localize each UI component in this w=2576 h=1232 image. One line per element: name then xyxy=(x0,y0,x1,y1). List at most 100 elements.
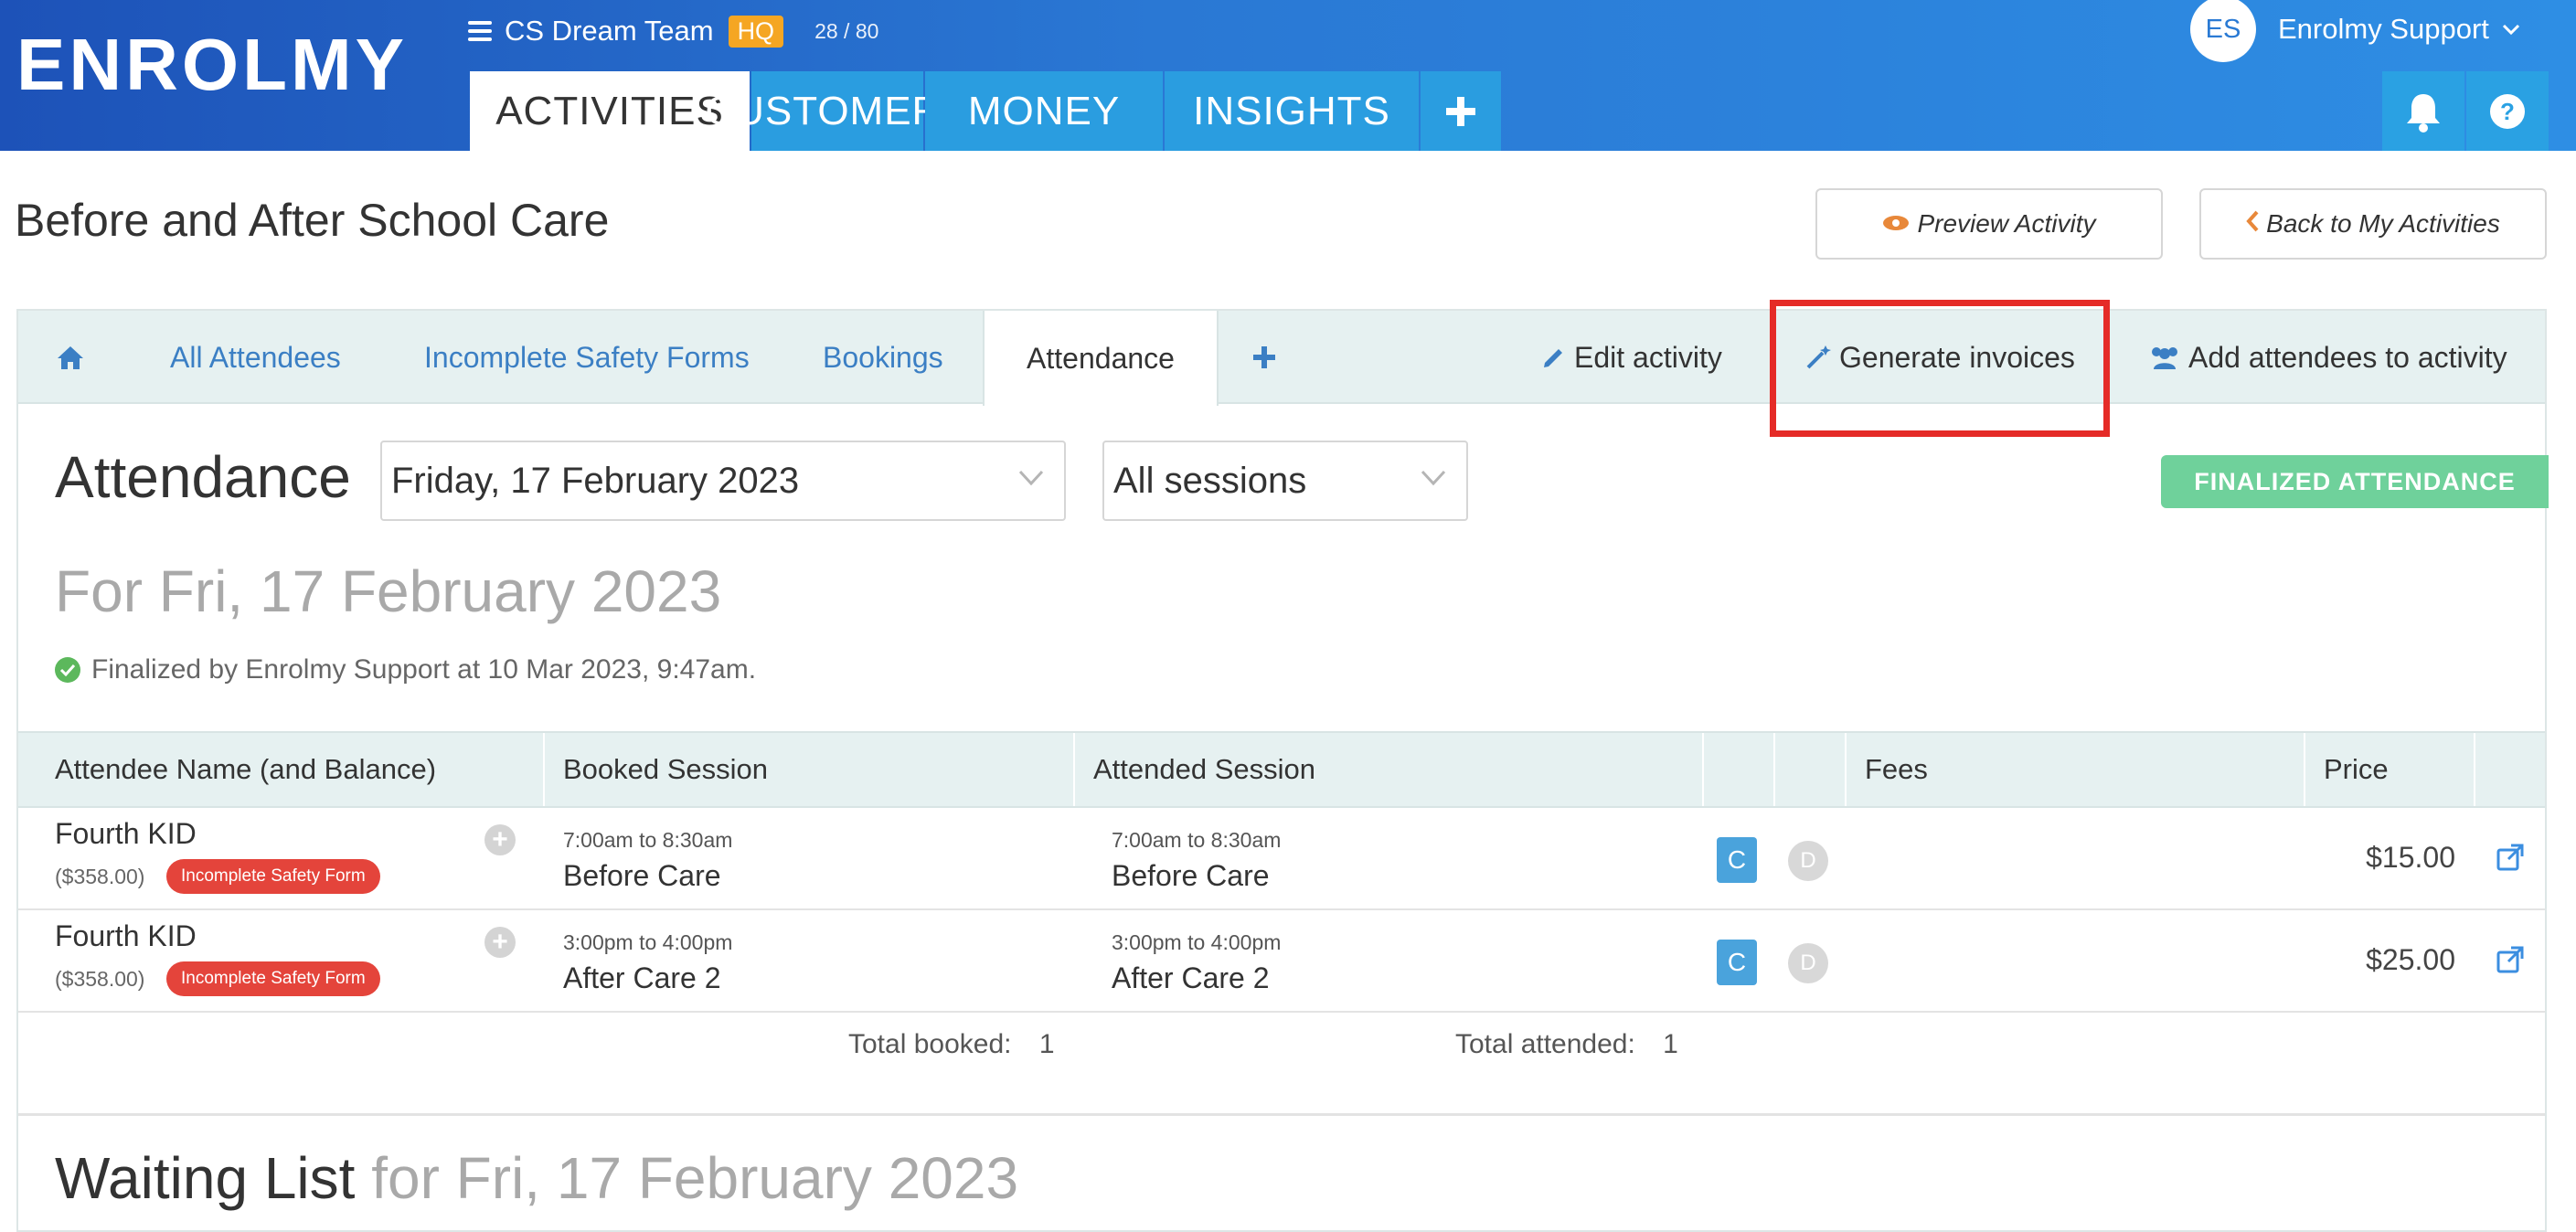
enrolmy-logo[interactable]: ENROLMY xyxy=(16,24,408,106)
booked-time: 7:00am to 8:30am xyxy=(563,828,733,852)
table-row: Fourth KID ($358.00) Incomplete Safety F… xyxy=(18,808,2545,910)
svg-text:?: ? xyxy=(2500,98,2515,125)
edit-activity-button[interactable]: Edit activity xyxy=(1541,311,1722,404)
row-price: $15.00 xyxy=(2366,841,2455,874)
finalized-attendance-button[interactable]: FINALIZED ATTENDANCE xyxy=(2161,455,2549,508)
back-to-activities-label: Back to My Activities xyxy=(2266,209,2500,238)
attendee-name[interactable]: Fourth KID xyxy=(55,817,197,851)
generate-invoices-label: Generate invoices xyxy=(1839,340,2075,374)
booked-time: 3:00pm to 4:00pm xyxy=(563,930,733,954)
add-circle-icon[interactable]: + xyxy=(484,927,516,958)
page-title: Before and After School Care xyxy=(15,195,610,246)
tab-all-attendees[interactable]: All Attendees xyxy=(170,311,341,404)
help-button[interactable]: ? xyxy=(2466,71,2549,151)
magic-wand-icon xyxy=(1806,345,1831,369)
waiting-list-label: Waiting List xyxy=(55,1145,356,1211)
attendee-name[interactable]: Fourth KID xyxy=(55,919,197,953)
eye-icon xyxy=(1882,209,1910,239)
booked-session: Before Care xyxy=(563,859,721,892)
waiting-list-title: Waiting List for Fri, 17 February 2023 xyxy=(55,1144,1018,1212)
finalized-note: Finalized by Enrolmy Support at 10 Mar 2… xyxy=(55,654,756,685)
total-attended: Total attended: 1 xyxy=(1455,1029,1678,1060)
booked-session: After Care 2 xyxy=(563,961,721,994)
nav-tab-insights[interactable]: INSIGHTS xyxy=(1165,71,1419,151)
c-status-button[interactable]: C xyxy=(1717,940,1757,985)
d-status-button[interactable]: D xyxy=(1788,841,1828,881)
org-switcher[interactable]: CS Dream Team HQ 28 / 80 xyxy=(468,11,878,51)
row-price: $25.00 xyxy=(2366,943,2455,976)
subnav-home[interactable] xyxy=(57,311,84,404)
bell-icon xyxy=(2407,93,2440,133)
tab-incomplete-safety-forms[interactable]: Incomplete Safety Forms xyxy=(424,311,750,404)
total-booked: Total booked: 1 xyxy=(848,1029,1055,1060)
edit-activity-label: Edit activity xyxy=(1574,340,1722,374)
attendance-date-heading: For Fri, 17 February 2023 xyxy=(55,558,722,624)
d-status-button[interactable]: D xyxy=(1788,943,1828,983)
attended-time: 7:00am to 8:30am xyxy=(1112,828,1282,852)
tab-bookings[interactable]: Bookings xyxy=(823,311,943,404)
home-icon xyxy=(58,346,83,369)
org-name: CS Dream Team xyxy=(505,15,714,47)
external-link-icon[interactable] xyxy=(2496,843,2525,876)
total-attended-label: Total attended: xyxy=(1455,1029,1635,1059)
add-circle-icon[interactable]: + xyxy=(484,824,516,855)
preview-activity-label: Preview Activity xyxy=(1917,209,2096,238)
finalized-note-text: Finalized by Enrolmy Support at 10 Mar 2… xyxy=(91,654,757,685)
attendance-title: Attendance xyxy=(55,444,351,510)
attended-session: After Care 2 xyxy=(1112,961,1270,994)
add-attendees-label: Add attendees to activity xyxy=(2188,340,2507,374)
chevron-left-icon xyxy=(2246,209,2259,239)
status-badge[interactable]: Incomplete Safety Form xyxy=(166,859,380,894)
total-booked-label: Total booked: xyxy=(848,1029,1012,1059)
users-icon xyxy=(2152,347,2177,369)
date-select-value: Friday, 17 February 2023 xyxy=(391,460,800,501)
chevron-down-icon xyxy=(1018,470,1044,486)
activity-panel: All Attendees Incomplete Safety Forms Bo… xyxy=(16,309,2549,1232)
col-booked-session: Booked Session xyxy=(563,753,769,785)
subnav-add-tab[interactable] xyxy=(1252,311,1276,404)
pencil-icon xyxy=(1544,349,1562,367)
divider xyxy=(18,1113,2545,1116)
session-select-value: All sessions xyxy=(1113,460,1307,501)
session-select[interactable]: All sessions xyxy=(1102,441,1468,521)
activity-subnav: All Attendees Incomplete Safety Forms Bo… xyxy=(18,311,2545,406)
menu-icon[interactable] xyxy=(468,21,492,41)
table-row: Fourth KID ($358.00) Incomplete Safety F… xyxy=(18,910,2545,1013)
attendee-balance: ($358.00) xyxy=(55,865,145,888)
nav-tab-money[interactable]: MONEY xyxy=(925,71,1163,151)
chevron-down-icon xyxy=(1421,470,1446,486)
help-icon: ? xyxy=(2490,93,2525,129)
plus-icon xyxy=(1253,346,1275,368)
add-attendees-button[interactable]: Add attendees to activity xyxy=(2148,311,2507,404)
nav-add-button[interactable] xyxy=(1421,71,1501,151)
total-attended-value: 1 xyxy=(1663,1029,1678,1059)
hq-badge: HQ xyxy=(728,15,784,48)
user-menu[interactable]: ES Enrolmy Support xyxy=(2190,0,2520,62)
preview-activity-button[interactable]: Preview Activity xyxy=(1815,188,2163,260)
waiting-list-date: for Fri, 17 February 2023 xyxy=(371,1145,1019,1211)
notifications-button[interactable] xyxy=(2382,71,2464,151)
total-booked-value: 1 xyxy=(1038,1029,1055,1059)
status-badge[interactable]: Incomplete Safety Form xyxy=(166,961,380,996)
org-count: 28 / 80 xyxy=(814,18,879,43)
nav-tab-customers[interactable]: CUSTOMERS xyxy=(705,71,969,151)
date-select[interactable]: Friday, 17 February 2023 xyxy=(380,441,1066,521)
user-name: Enrolmy Support xyxy=(2278,13,2489,45)
c-status-button[interactable]: C xyxy=(1717,837,1757,883)
avatar: ES xyxy=(2190,0,2256,62)
col-price: Price xyxy=(2324,753,2389,785)
col-attendee: Attendee Name (and Balance) xyxy=(55,753,437,785)
attendee-balance: ($358.00) xyxy=(55,967,145,991)
chevron-down-icon xyxy=(2502,17,2520,41)
main-nav: ACTIVITIES CUSTOMERS MONEY INSIGHTS xyxy=(470,71,1501,151)
attendance-table-header: Attendee Name (and Balance) Booked Sessi… xyxy=(18,731,2545,808)
external-link-icon[interactable] xyxy=(2496,945,2525,979)
col-fees: Fees xyxy=(1865,753,1928,785)
attended-time: 3:00pm to 4:00pm xyxy=(1112,930,1282,954)
generate-invoices-button[interactable]: Generate invoices xyxy=(1804,311,2075,404)
top-header: ENROLMY CS Dream Team HQ 28 / 80 ACTIVIT… xyxy=(0,0,2576,151)
col-attended-session: Attended Session xyxy=(1093,753,1316,785)
back-to-activities-button[interactable]: Back to My Activities xyxy=(2199,188,2547,260)
tab-attendance[interactable]: Attendance xyxy=(983,311,1219,406)
attended-session: Before Care xyxy=(1112,859,1270,892)
